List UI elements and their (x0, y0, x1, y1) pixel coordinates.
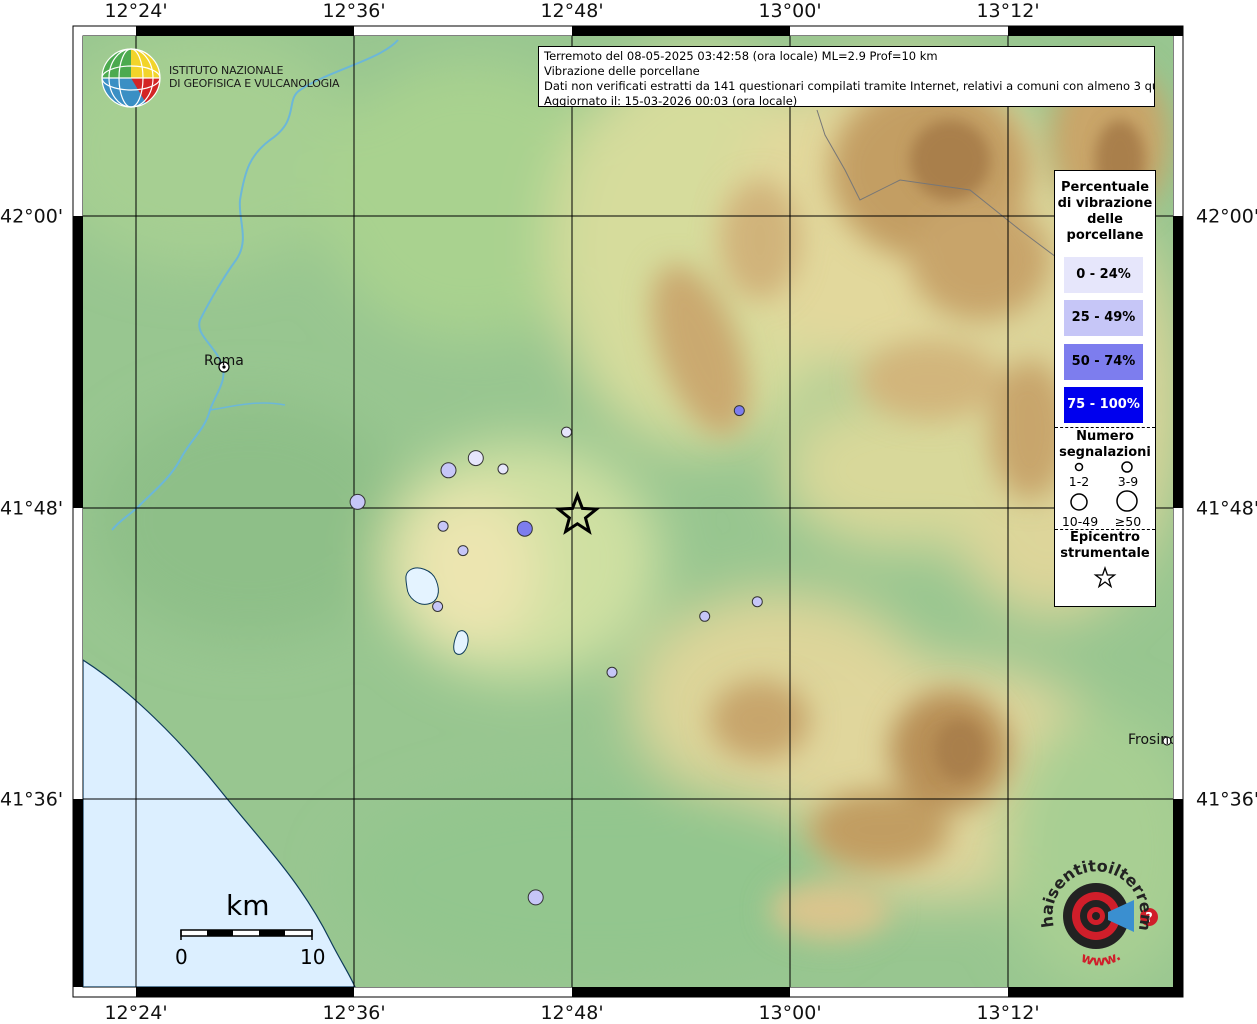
legend-count-10-49: 10-49 (1061, 514, 1099, 529)
size-symbol-large-icon (1070, 493, 1088, 511)
legend-divider (1055, 427, 1155, 428)
lon-label-bottom-1: 12°24' (104, 1002, 168, 1024)
lon-label-top-4: 13°00' (758, 0, 822, 22)
size-symbol-xlarge-icon (1116, 490, 1138, 512)
legend-title-line: di vibrazione (1057, 196, 1153, 211)
effect-type: Vibrazione delle porcellane (544, 64, 700, 78)
legend-panel: Percentuale di vibrazione delle porcella… (1054, 170, 1156, 607)
lon-label-top-5: 13°12' (976, 0, 1040, 22)
report-point-6[interactable] (497, 463, 509, 475)
scale-max-label: 10 (300, 945, 326, 969)
legend-count-title: Numero segnalazioni (1055, 429, 1155, 461)
report-point-14[interactable] (527, 889, 544, 906)
report-point-8[interactable] (437, 520, 449, 532)
lon-label-top-2: 12°36' (322, 0, 386, 22)
lat-label-right-1: 42°00' (1196, 205, 1257, 228)
legend-epicenter-title-line: strumentale (1060, 546, 1150, 561)
size-symbol-small-icon (1074, 462, 1084, 472)
legend-title-line: porcellane (1066, 228, 1144, 243)
legend-class-75-100: 75 - 100% (1064, 387, 1143, 423)
size-symbol-medium-icon (1121, 461, 1133, 473)
legend-epicenter-title-line: Epicentro (1070, 530, 1140, 545)
report-point-3[interactable] (349, 493, 366, 510)
legend-count-title-line: Numero (1076, 429, 1134, 444)
lon-label-bottom-4: 13°00' (758, 1002, 822, 1024)
legend-title-line: delle (1087, 212, 1123, 227)
data-disclaimer: Dati non verificati estratti da 141 ques… (544, 79, 1155, 93)
lon-label-bottom-2: 12°36' (322, 1002, 386, 1024)
event-info-box: Terremoto del 08-05-2025 03:42:58 (ora l… (538, 46, 1155, 107)
ingv-logo-text: ISTITUTO NAZIONALE DI GEOFISICA E VULCAN… (169, 64, 340, 90)
scale-zero-label: 0 (175, 945, 188, 969)
ingv-globe-logo (101, 48, 161, 108)
lon-label-bottom-5: 13°12' (976, 1002, 1040, 1024)
report-point-12[interactable] (606, 666, 618, 678)
lat-label-left-3: 41°36' (0, 788, 64, 811)
city-label-frosinone: Frosinone (1128, 732, 1173, 748)
terrain-layer (83, 36, 1173, 987)
city-label-roma: Roma (204, 353, 244, 369)
lat-label-right-2: 41°48' (1196, 497, 1257, 520)
report-point-10[interactable] (457, 545, 469, 557)
legend-title: Percentuale di vibrazione delle porcella… (1055, 180, 1155, 244)
ingv-logo-line-1: ISTITUTO NAZIONALE (169, 64, 284, 77)
event-title: Terremoto del 08-05-2025 03:42:58 (ora l… (544, 49, 938, 63)
lat-label-left-2: 41°48' (0, 497, 64, 520)
report-point-5[interactable] (467, 450, 484, 467)
legend-title-line: Percentuale (1060, 180, 1150, 195)
report-point-4[interactable] (440, 462, 457, 479)
lon-label-top-1: 12°24' (104, 0, 168, 22)
scale-unit-label: km (226, 889, 270, 922)
report-point-11[interactable] (751, 596, 763, 608)
report-point-7[interactable] (516, 520, 533, 537)
legend-class-25-49: 25 - 49% (1064, 300, 1143, 336)
update-timestamp: Aggiornato il: 15-03-2026 00:03 (ora loc… (544, 94, 798, 107)
legend-size-symbols (1070, 461, 1138, 512)
report-point-2[interactable] (733, 405, 745, 417)
legend-class-50-74: 50 - 74% (1064, 344, 1143, 380)
lat-label-right-3: 41°36' (1196, 788, 1257, 811)
report-point-9[interactable] (432, 601, 444, 612)
report-point-13[interactable] (699, 610, 711, 622)
lon-label-top-3: 12°48' (540, 0, 604, 22)
ingv-logo-line-2: DI GEOFISICA E VULCANOLOGIA (169, 77, 340, 90)
legend-count-1-2: 1-2 (1068, 474, 1090, 489)
legend-class-0-24: 0 - 24% (1064, 257, 1143, 293)
legend-count-50-plus: ≥50 (1114, 514, 1142, 529)
lat-label-left-1: 42°00' (0, 205, 64, 228)
legend-epicenter-star-icon (1093, 566, 1117, 589)
legend-count-3-9: 3-9 (1117, 474, 1139, 489)
legend-epicenter-title: Epicentro strumentale (1055, 530, 1155, 562)
report-point-1[interactable] (561, 426, 572, 438)
lon-label-bottom-3: 12°48' (540, 1002, 604, 1024)
